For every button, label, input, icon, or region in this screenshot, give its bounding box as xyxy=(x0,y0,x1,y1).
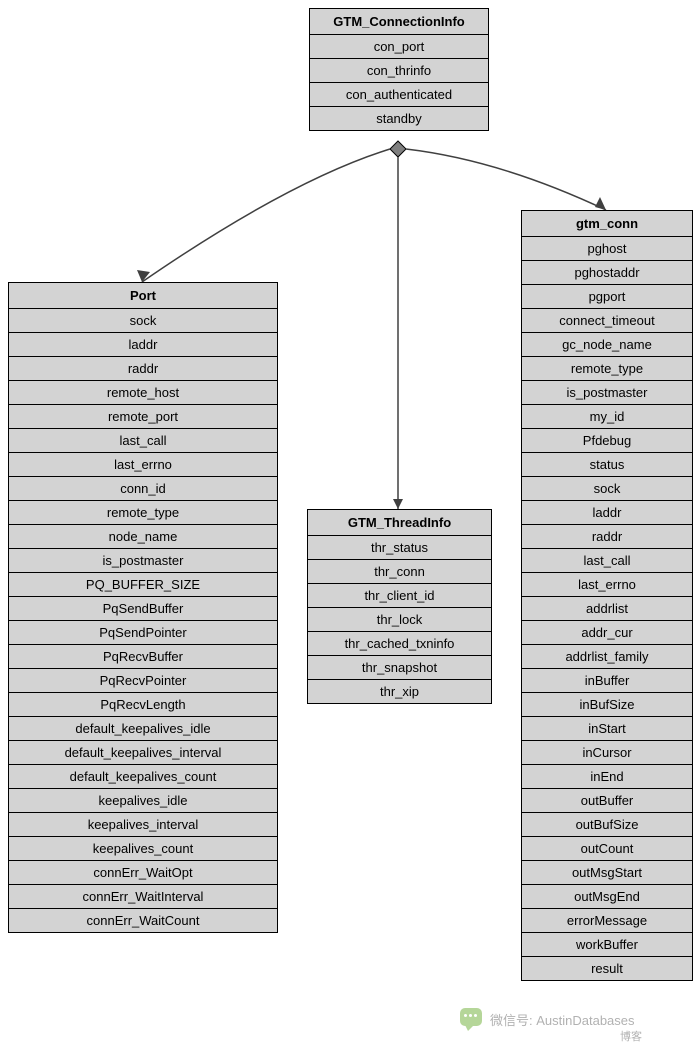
class-attribute: outMsgEnd xyxy=(522,885,692,909)
class-title: GTM_ConnectionInfo xyxy=(310,9,488,35)
class-attribute: keepalives_interval xyxy=(9,813,277,837)
class-attribute: thr_cached_txninfo xyxy=(308,632,491,656)
class-attribute: PQ_BUFFER_SIZE xyxy=(9,573,277,597)
class-attribute: con_thrinfo xyxy=(310,59,488,83)
watermark-text-2: 博客 xyxy=(620,1028,642,1044)
class-gtm-threadinfo: GTM_ThreadInfo thr_statusthr_connthr_cli… xyxy=(307,509,492,704)
class-attribute: inEnd xyxy=(522,765,692,789)
class-attribute: is_postmaster xyxy=(522,381,692,405)
class-attribute: con_authenticated xyxy=(310,83,488,107)
class-attribute: laddr xyxy=(522,501,692,525)
class-attribute: PqSendBuffer xyxy=(9,597,277,621)
arrow-right xyxy=(595,197,606,210)
class-attribute: inStart xyxy=(522,717,692,741)
class-attribute: inCursor xyxy=(522,741,692,765)
class-attribute: remote_port xyxy=(9,405,277,429)
class-attribute: raddr xyxy=(9,357,277,381)
class-attribute: remote_type xyxy=(522,357,692,381)
class-attribute: default_keepalives_count xyxy=(9,765,277,789)
class-attribute: workBuffer xyxy=(522,933,692,957)
class-attribute: outBuffer xyxy=(522,789,692,813)
class-attribute: PqRecvBuffer xyxy=(9,645,277,669)
class-attribute: con_port xyxy=(310,35,488,59)
class-attribute: laddr xyxy=(9,333,277,357)
class-attribute: Pfdebug xyxy=(522,429,692,453)
arrow-left xyxy=(137,270,150,282)
class-attribute: addrlist xyxy=(522,597,692,621)
class-attribute: connErr_WaitOpt xyxy=(9,861,277,885)
class-title: gtm_conn xyxy=(522,211,692,237)
class-attribute: my_id xyxy=(522,405,692,429)
class-attribute: addrlist_family xyxy=(522,645,692,669)
class-attribute: inBuffer xyxy=(522,669,692,693)
class-attribute: thr_conn xyxy=(308,560,491,584)
class-attribute: last_call xyxy=(9,429,277,453)
class-attribute: remote_host xyxy=(9,381,277,405)
class-attribute: keepalives_count xyxy=(9,837,277,861)
class-attribute: thr_status xyxy=(308,536,491,560)
class-attribute: sock xyxy=(9,309,277,333)
class-gtm-conn: gtm_conn pghostpghostaddrpgportconnect_t… xyxy=(521,210,693,981)
class-attribute: node_name xyxy=(9,525,277,549)
class-attribute: pgport xyxy=(522,285,692,309)
class-attribute: last_errno xyxy=(9,453,277,477)
class-attribute: errorMessage xyxy=(522,909,692,933)
class-attribute: result xyxy=(522,957,692,980)
class-attribute: pghost xyxy=(522,237,692,261)
class-attribute: is_postmaster xyxy=(9,549,277,573)
class-attribute: PqRecvPointer xyxy=(9,669,277,693)
aggregation-diamond xyxy=(390,141,406,157)
class-attribute: keepalives_idle xyxy=(9,789,277,813)
class-title: Port xyxy=(9,283,277,309)
class-attribute: raddr xyxy=(522,525,692,549)
class-attribute: thr_lock xyxy=(308,608,491,632)
class-attribute: status xyxy=(522,453,692,477)
wechat-icon xyxy=(460,1008,482,1026)
arrow-middle xyxy=(393,499,403,509)
class-port: Port sockladdrraddrremote_hostremote_por… xyxy=(8,282,278,933)
class-attribute: standby xyxy=(310,107,488,130)
class-attribute: connect_timeout xyxy=(522,309,692,333)
class-attribute: pghostaddr xyxy=(522,261,692,285)
class-attribute: PqSendPointer xyxy=(9,621,277,645)
class-attribute: conn_id xyxy=(9,477,277,501)
class-attribute: gc_node_name xyxy=(522,333,692,357)
class-attribute: default_keepalives_idle xyxy=(9,717,277,741)
class-attribute: last_call xyxy=(522,549,692,573)
class-attribute: outCount xyxy=(522,837,692,861)
connector-left xyxy=(142,149,390,282)
class-attribute: remote_type xyxy=(9,501,277,525)
class-attribute: sock xyxy=(522,477,692,501)
class-attribute: thr_snapshot xyxy=(308,656,491,680)
uml-diagram: GTM_ConnectionInfo con_portcon_thrinfoco… xyxy=(0,0,699,1048)
class-attribute: last_errno xyxy=(522,573,692,597)
connector-right xyxy=(406,149,606,210)
class-attribute: thr_client_id xyxy=(308,584,491,608)
class-attribute: connErr_WaitInterval xyxy=(9,885,277,909)
class-attribute: outMsgStart xyxy=(522,861,692,885)
class-attribute: addr_cur xyxy=(522,621,692,645)
class-attribute: default_keepalives_interval xyxy=(9,741,277,765)
watermark-text: 微信号: AustinDatabases xyxy=(490,1010,635,1029)
class-attribute: PqRecvLength xyxy=(9,693,277,717)
class-attribute: inBufSize xyxy=(522,693,692,717)
class-gtm-connectioninfo: GTM_ConnectionInfo con_portcon_thrinfoco… xyxy=(309,8,489,131)
class-title: GTM_ThreadInfo xyxy=(308,510,491,536)
class-attribute: connErr_WaitCount xyxy=(9,909,277,932)
class-attribute: outBufSize xyxy=(522,813,692,837)
class-attribute: thr_xip xyxy=(308,680,491,703)
